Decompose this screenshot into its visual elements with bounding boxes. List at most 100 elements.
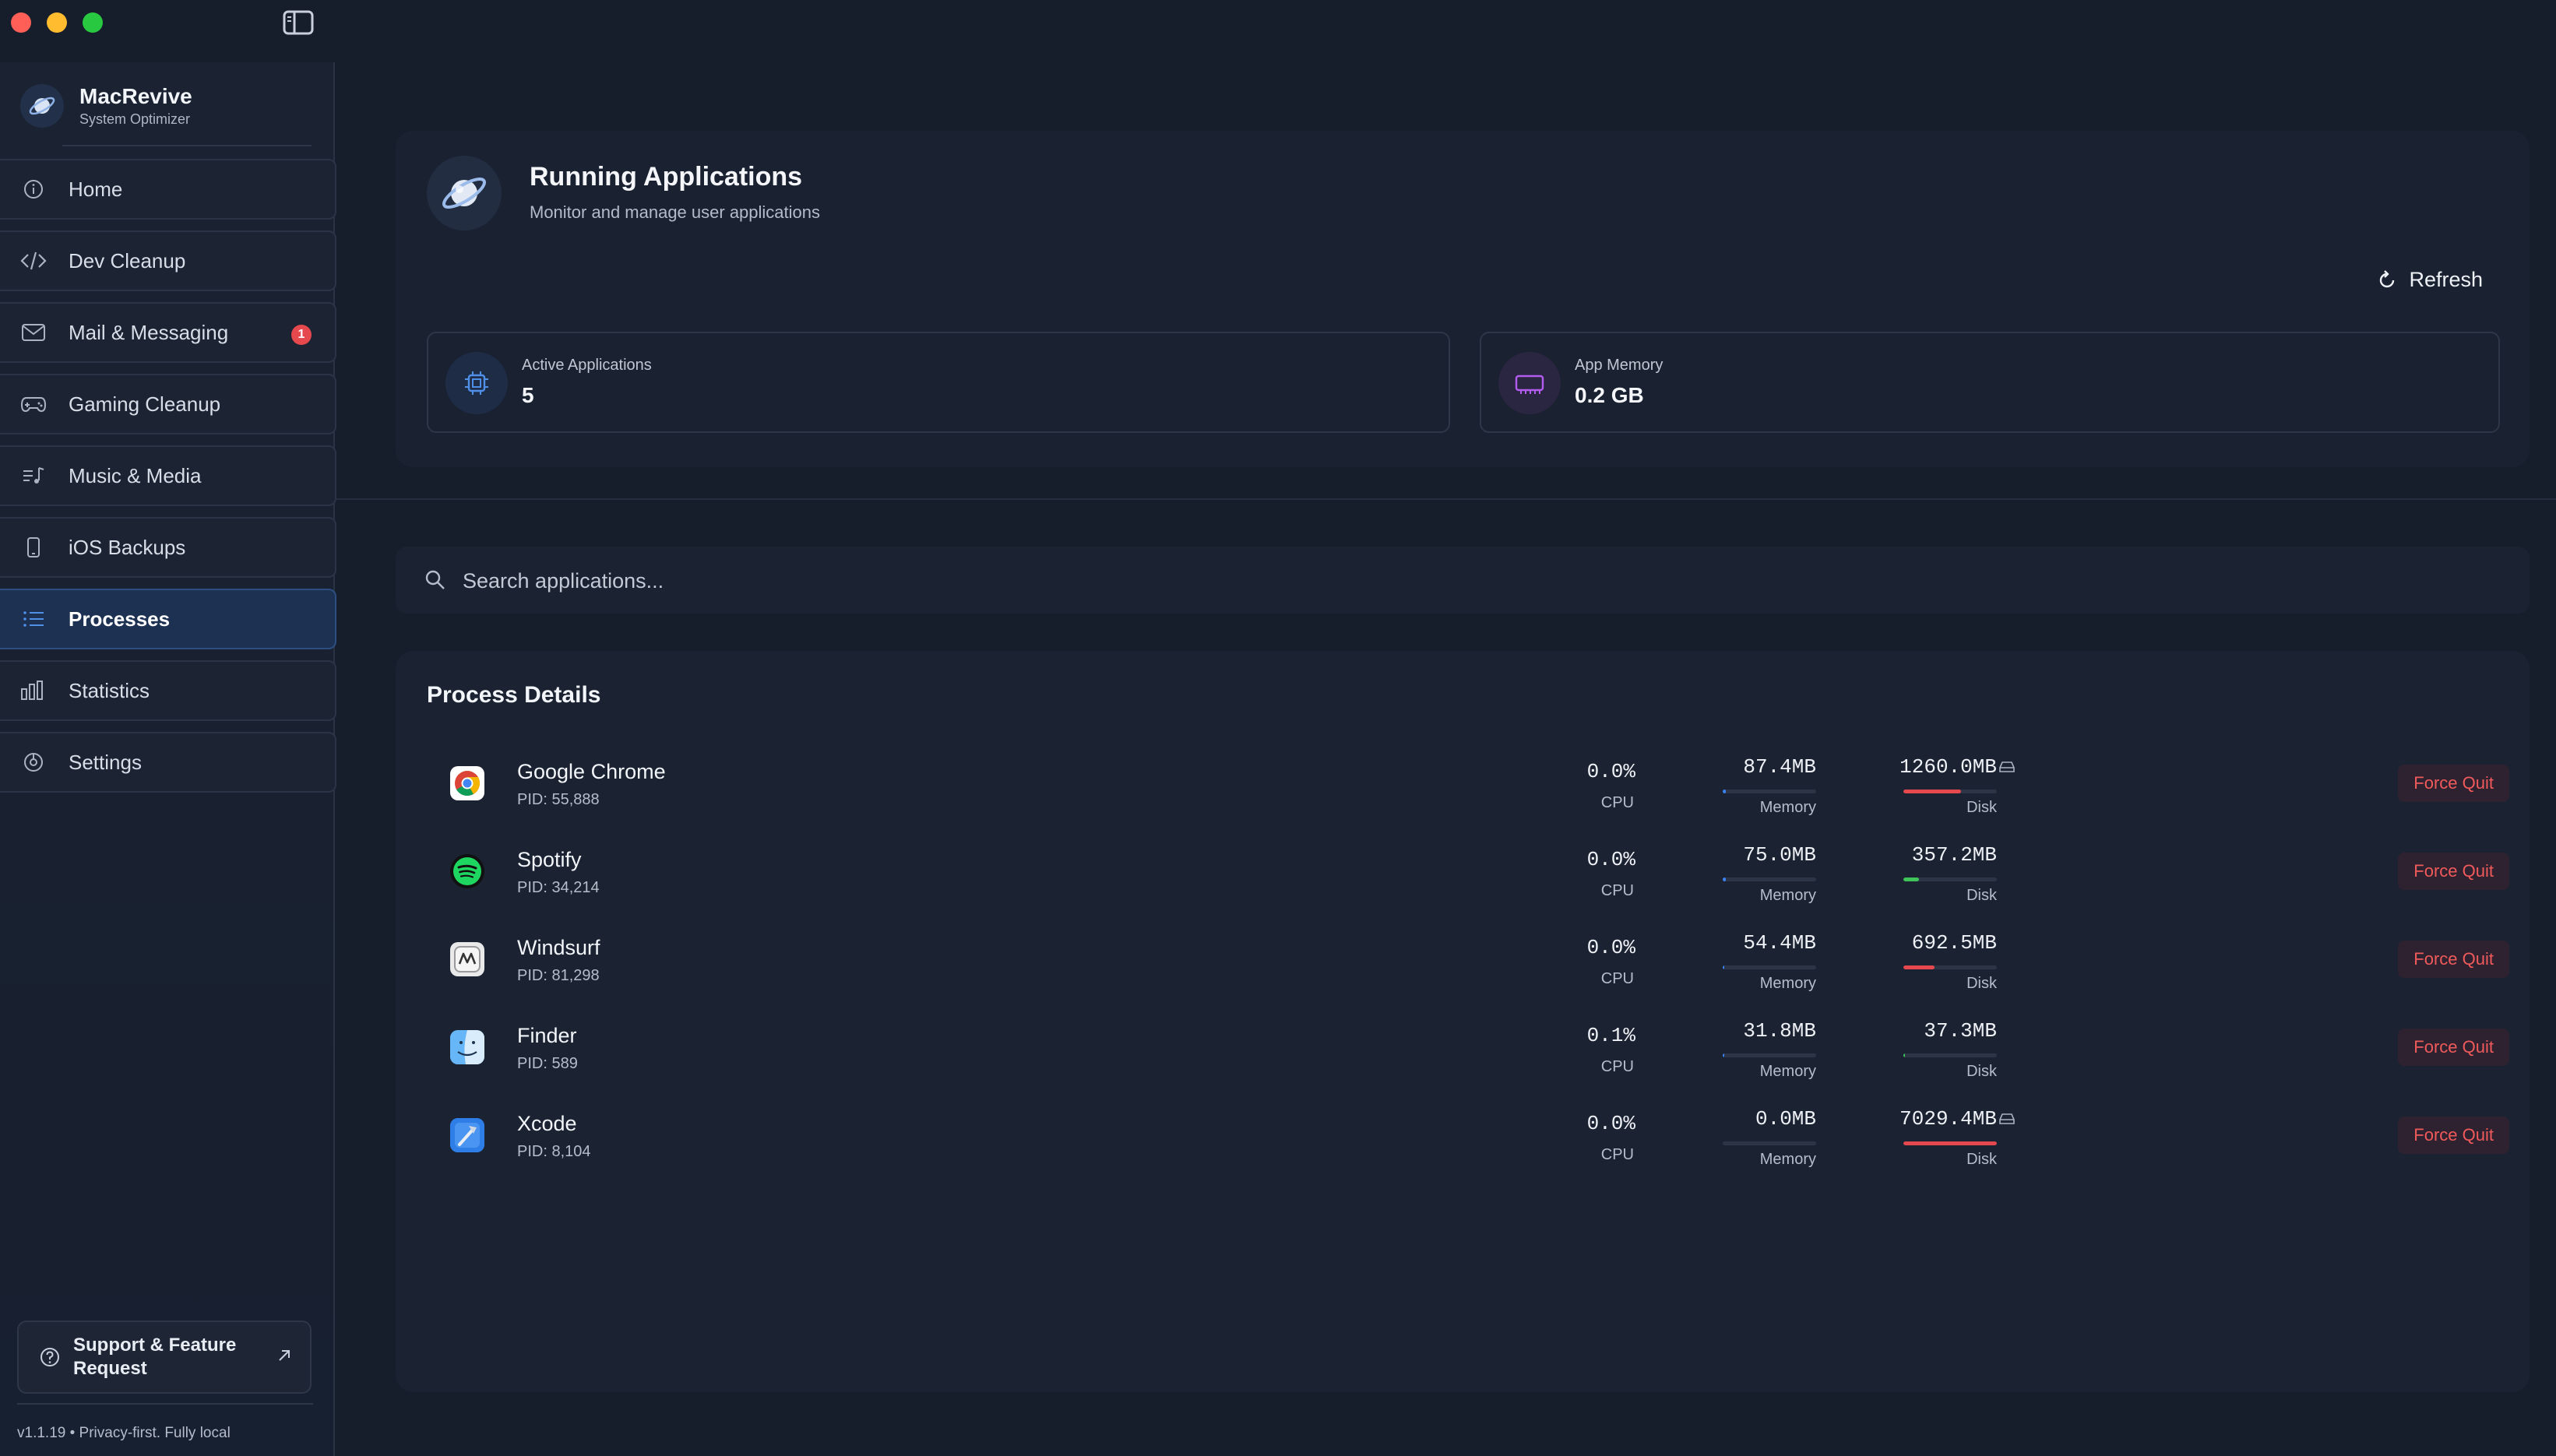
- disk-bar-fill: [1903, 790, 1962, 793]
- sidebar-item-dev-cleanup[interactable]: Dev Cleanup: [0, 230, 336, 291]
- refresh-icon: [2380, 269, 2395, 287]
- cpu-label: CPU: [1600, 794, 1634, 811]
- sidebar: MacRevive System Optimizer Home Dev Clea…: [0, 62, 336, 1456]
- memory-value: 87.4MB: [1743, 755, 1816, 779]
- help-icon: [40, 1348, 59, 1366]
- disk-value: 7029.4MB: [1899, 1107, 1997, 1131]
- memory-label: Memory: [1759, 1063, 1816, 1080]
- app-pid: PID: 34,214: [517, 879, 600, 896]
- finder-app-icon: [450, 1030, 484, 1064]
- memory-value: 0.0MB: [1755, 1107, 1816, 1131]
- notification-badge: 1: [291, 325, 312, 345]
- table-row: Finder PID: 589 0.1% CPU 31.8MB Memory 3…: [396, 1013, 2530, 1101]
- sidebar-item-ios-backups[interactable]: iOS Backups: [0, 517, 336, 578]
- memory-label: Memory: [1759, 975, 1816, 992]
- hard-drive-icon: [1999, 761, 2015, 772]
- memory-bar-fill: [1723, 965, 1725, 969]
- disk-label: Disk: [1966, 975, 1997, 992]
- windsurf-app-icon: [450, 942, 484, 976]
- app-name: Google Chrome: [517, 760, 666, 783]
- cpu-value: 0.0%: [1586, 936, 1635, 959]
- divider: [336, 498, 2556, 500]
- minimize-window-button[interactable]: [47, 12, 67, 33]
- sidebar-item-statistics[interactable]: Statistics: [0, 660, 336, 721]
- memory-bar: [1723, 965, 1816, 969]
- app-name: Windsurf: [517, 936, 600, 959]
- sidebar-item-mail-messaging[interactable]: Mail & Messaging 1: [0, 302, 336, 363]
- close-window-button[interactable]: [11, 12, 31, 33]
- app-memory-label: App Memory: [1575, 357, 1664, 374]
- app-pid: PID: 589: [517, 1055, 578, 1072]
- disk-bar: [1903, 965, 1997, 969]
- sidebar-item-label: Statistics: [69, 678, 150, 702]
- sidebar-item-label: Music & Media: [69, 463, 202, 487]
- cpu-label: CPU: [1600, 1058, 1634, 1075]
- main-content: Running Applications Monitor and manage …: [336, 0, 2556, 1456]
- force-quit-button[interactable]: Force Quit: [2398, 1117, 2509, 1154]
- app-memory-card: App Memory 0.2 GB: [1480, 332, 2500, 433]
- divider: [62, 145, 312, 146]
- external-link-icon: [279, 1350, 290, 1361]
- memory-label: Memory: [1759, 1151, 1816, 1168]
- phone-icon: [20, 534, 47, 561]
- force-quit-button[interactable]: Force Quit: [2398, 941, 2509, 978]
- cpu-chip-icon: [445, 352, 508, 414]
- spotify-app-icon: [450, 854, 484, 888]
- sidebar-item-settings[interactable]: Settings: [0, 732, 336, 793]
- app-pid: PID: 81,298: [517, 967, 600, 984]
- cpu-value: 0.0%: [1586, 848, 1635, 871]
- memory-bar: [1723, 790, 1816, 793]
- version-text: v1.1.19 • Privacy-first. Fully local: [17, 1425, 231, 1441]
- process-details-title: Process Details: [427, 682, 601, 708]
- search-input[interactable]: [461, 561, 2489, 601]
- info-icon: [20, 176, 47, 202]
- sidebar-item-home[interactable]: Home: [0, 159, 336, 220]
- process-list: Google Chrome PID: 55,888 0.0% CPU 87.4M…: [396, 749, 2530, 1189]
- cpu-value: 0.1%: [1586, 1024, 1635, 1047]
- app-name: Xcode: [517, 1112, 577, 1135]
- music-list-icon: [20, 462, 47, 489]
- disk-bar: [1903, 790, 1997, 793]
- sidebar-item-label: Gaming Cleanup: [69, 392, 221, 416]
- memory-bar-fill: [1723, 1053, 1725, 1057]
- table-row: Windsurf PID: 81,298 0.0% CPU 54.4MB Mem…: [396, 925, 2530, 1013]
- disk-bar-fill: [1903, 965, 1935, 969]
- running-apps-logo-icon: [427, 156, 502, 230]
- disk-bar: [1903, 1141, 1997, 1145]
- cpu-label: CPU: [1600, 882, 1634, 899]
- app-subtitle: System Optimizer: [79, 111, 191, 127]
- bar-chart-icon: [20, 677, 47, 704]
- memory-bar: [1723, 877, 1816, 881]
- zoom-window-button[interactable]: [83, 12, 103, 33]
- support-feature-request-button[interactable]: Support & Feature Request: [17, 1321, 312, 1394]
- sidebar-item-processes[interactable]: Processes: [0, 589, 336, 649]
- brand: MacRevive System Optimizer: [20, 84, 192, 128]
- app-name: Finder: [517, 1024, 577, 1047]
- sidebar-item-music-media[interactable]: Music & Media: [0, 445, 336, 506]
- memory-value: 75.0MB: [1743, 843, 1816, 867]
- memory-value: 54.4MB: [1743, 931, 1816, 955]
- app-logo-icon: [20, 84, 64, 128]
- refresh-button[interactable]: Refresh: [2376, 268, 2483, 292]
- sidebar-nav: Home Dev Cleanup Mail & Messaging 1 Gami…: [0, 159, 336, 804]
- force-quit-button[interactable]: Force Quit: [2398, 765, 2509, 802]
- page-subtitle: Monitor and manage user applications: [530, 202, 821, 222]
- sidebar-item-label: Mail & Messaging: [69, 320, 229, 344]
- table-row: Xcode PID: 8,104 0.0% CPU 0.0MB Memory 7…: [396, 1101, 2530, 1189]
- cpu-label: CPU: [1600, 1146, 1634, 1163]
- disk-label: Disk: [1966, 887, 1997, 904]
- chrome-app-icon: [450, 766, 484, 800]
- disk-label: Disk: [1966, 799, 1997, 816]
- divider: [17, 1403, 313, 1405]
- code-icon: [20, 248, 47, 274]
- support-label: Support & Feature Request: [73, 1335, 237, 1379]
- force-quit-button[interactable]: Force Quit: [2398, 853, 2509, 890]
- active-applications-value: 5: [522, 383, 534, 407]
- force-quit-button[interactable]: Force Quit: [2398, 1029, 2509, 1066]
- memory-bar-fill: [1723, 790, 1726, 793]
- memory-bar-fill: [1723, 877, 1726, 881]
- memory-value: 31.8MB: [1743, 1019, 1816, 1043]
- memory-label: Memory: [1759, 887, 1816, 904]
- sidebar-toggle-icon[interactable]: [282, 9, 315, 36]
- sidebar-item-gaming-cleanup[interactable]: Gaming Cleanup: [0, 374, 336, 434]
